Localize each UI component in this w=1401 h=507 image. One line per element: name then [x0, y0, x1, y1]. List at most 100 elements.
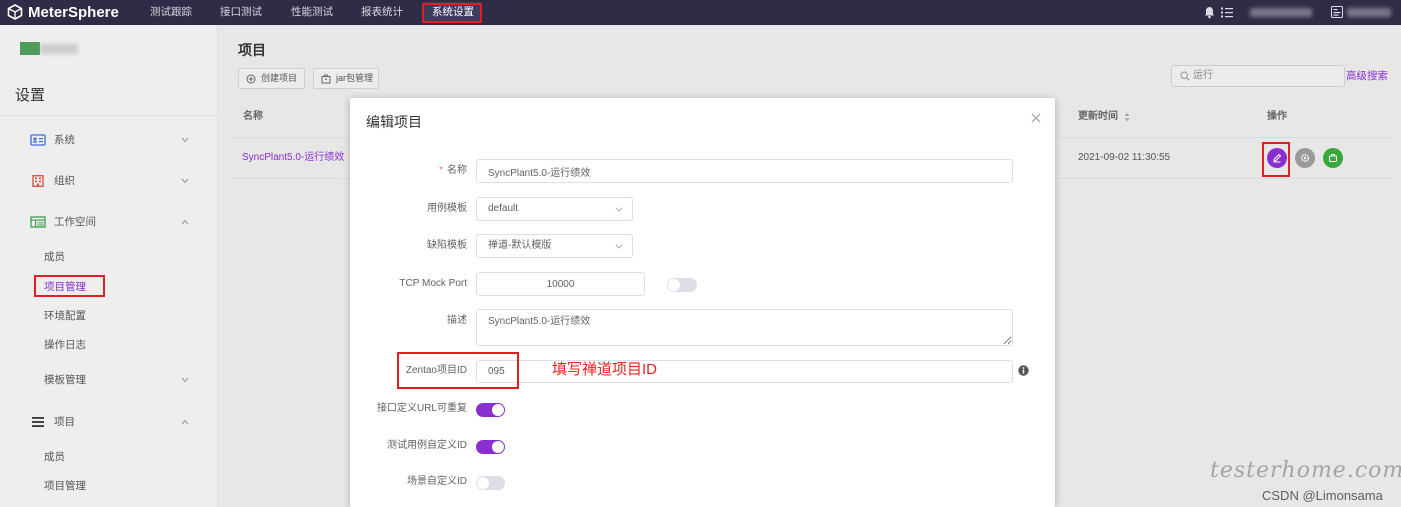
case-template-select[interactable]: default — [476, 197, 633, 221]
sidebar-item-label: 成员 — [44, 251, 65, 263]
language-label-redacted[interactable] — [1347, 8, 1391, 17]
package-icon — [321, 74, 331, 84]
id-card-icon — [30, 134, 46, 146]
app-logo-text[interactable]: MeterSphere — [28, 3, 119, 22]
tcp-mock-port-switch[interactable] — [667, 278, 697, 292]
sidebar-divider — [0, 115, 217, 116]
top-navigation-bar: MeterSphere 测试跟踪 接口测试 性能测试 报表统计 系统设置 — [0, 0, 1401, 25]
jar-management-button[interactable]: jar包管理 — [313, 68, 379, 89]
watermark-site: testerhome.com — [1210, 458, 1401, 483]
bell-icon[interactable] — [1204, 6, 1215, 19]
page-title: 项目 — [238, 42, 266, 58]
nav-report-stats[interactable]: 报表统计 — [361, 0, 403, 25]
chevron-down-icon — [615, 244, 623, 249]
column-header-name: 名称 — [243, 111, 263, 122]
metersphere-logo-icon[interactable] — [7, 4, 23, 20]
sidebar-group-label: 系统 — [54, 134, 75, 146]
sidebar-group-organization[interactable]: 组织 — [0, 171, 217, 191]
sidebar-item-label: 操作日志 — [44, 339, 86, 351]
sidebar-item-label: 模板管理 — [44, 374, 86, 386]
chevron-down-icon — [615, 207, 623, 212]
jar-management-label: jar包管理 — [336, 73, 374, 83]
api-url-repeatable-switch[interactable] — [476, 403, 505, 417]
project-name-link[interactable]: SyncPlant5.0-运行绩效 — [242, 152, 344, 164]
sidebar-group-workspace[interactable]: 工作空间 — [0, 212, 217, 232]
sidebar-item-project-members[interactable]: 成员 — [0, 447, 217, 467]
nav-test-tracking[interactable]: 测试跟踪 — [150, 0, 192, 25]
project-jar-button[interactable] — [1323, 148, 1343, 168]
annotation-fill-zentao-id: 填写禅道项目ID — [552, 361, 658, 378]
case-custom-id-switch[interactable] — [476, 440, 505, 454]
sidebar-item-environment-config[interactable]: 环境配置 — [0, 306, 217, 326]
issue-template-select[interactable]: 禅道-默认模版 — [476, 234, 633, 258]
sidebar-item-label: 项目管理 — [44, 480, 86, 492]
briefcase-icon — [1328, 154, 1338, 163]
sidebar-item-project-project-management[interactable]: 项目管理 — [0, 476, 217, 496]
description-textarea[interactable]: SyncPlant5.0-运行绩效 — [476, 309, 1013, 346]
sort-icon[interactable] — [1124, 112, 1130, 122]
chevron-up-icon — [181, 419, 189, 425]
language-icon[interactable] — [1331, 6, 1343, 18]
sidebar-group-system[interactable]: 系统 — [0, 130, 217, 150]
sidebar-item-label: 环境配置 — [44, 310, 86, 322]
create-project-label: 创建项目 — [261, 73, 298, 83]
sidebar-group-label: 项目 — [54, 416, 75, 428]
highlight-box-zentao-id — [397, 352, 519, 389]
updated-time-cell: 2021-09-02 11:30:55 — [1078, 152, 1171, 163]
settings-icon — [1301, 154, 1309, 162]
task-list-icon[interactable] — [1221, 7, 1233, 18]
settings-sidebar: 设置 系统 组织 工作空间 成员 项目管理 环境配置 操作日志 模板管理 项目 … — [0, 25, 218, 507]
case-custom-id-label: 测试用例自定义ID — [387, 440, 467, 451]
column-header-actions: 操作 — [1267, 111, 1287, 122]
sidebar-title: 设置 — [15, 87, 46, 104]
plus-circle-icon — [246, 74, 256, 84]
sidebar-item-template-management[interactable]: 模板管理 — [0, 370, 217, 390]
name-field-label: * 名称 — [350, 164, 467, 178]
column-header-updated-time[interactable]: 更新时间 — [1078, 111, 1118, 123]
user-name-redacted[interactable] — [1250, 8, 1312, 17]
sidebar-group-project[interactable]: 项目 — [0, 412, 217, 432]
dialog-title: 编辑项目 — [366, 114, 422, 130]
menu-icon — [30, 416, 46, 428]
issue-template-label: 缺陷模板 — [427, 240, 467, 251]
chevron-down-icon — [181, 377, 189, 383]
issue-template-value: 禅道-默认模版 — [488, 240, 552, 251]
tcp-mock-port-input[interactable] — [476, 272, 645, 296]
required-mark: * — [439, 165, 443, 176]
scenario-custom-id-switch[interactable] — [476, 476, 505, 490]
highlight-box-system-settings — [422, 3, 482, 23]
nav-api-test[interactable]: 接口测试 — [220, 0, 262, 25]
organization-logo — [20, 42, 40, 55]
case-template-value: default — [488, 203, 519, 214]
sidebar-group-label: 组织 — [54, 175, 75, 187]
watermark-credit: CSDN @Limonsama — [1262, 488, 1383, 503]
workspace-table-icon — [30, 216, 46, 228]
edit-project-dialog: 编辑项目 * 名称 用例模板 default 缺陷模板 禅道-默认模版 TCP M… — [350, 98, 1055, 507]
sidebar-item-label: 成员 — [44, 451, 65, 463]
sidebar-item-operation-log[interactable]: 操作日志 — [0, 335, 217, 355]
search-value: 运行 — [1193, 70, 1213, 81]
sidebar-group-label: 工作空间 — [54, 216, 96, 228]
highlight-box-project-management — [34, 275, 105, 297]
sidebar-item-project-management[interactable]: 项目管理 — [0, 277, 217, 297]
project-name-input[interactable] — [476, 159, 1013, 183]
building-icon — [30, 175, 46, 187]
close-icon[interactable] — [1031, 113, 1041, 123]
highlight-box-edit-button — [1262, 142, 1290, 177]
create-project-button[interactable]: 创建项目 — [238, 68, 305, 89]
scenario-custom-id-label: 场景自定义ID — [407, 476, 467, 487]
project-settings-button[interactable] — [1295, 148, 1315, 168]
description-label: 描述 — [447, 315, 467, 326]
nav-performance-test[interactable]: 性能测试 — [291, 0, 333, 25]
sidebar-item-workspace-members[interactable]: 成员 — [0, 247, 217, 267]
chevron-down-icon — [181, 178, 189, 184]
advanced-search-link[interactable]: 高级搜索 — [1346, 70, 1388, 83]
chevron-down-icon — [181, 137, 189, 143]
search-input[interactable]: 运行 — [1171, 65, 1345, 87]
tcp-mock-port-label: TCP Mock Port — [399, 278, 467, 289]
info-icon[interactable] — [1018, 365, 1029, 376]
name-label-text: 名称 — [447, 165, 467, 176]
search-icon — [1180, 71, 1190, 81]
api-url-repeatable-label: 接口定义URL可重复 — [376, 403, 467, 414]
chevron-up-icon — [181, 219, 189, 225]
